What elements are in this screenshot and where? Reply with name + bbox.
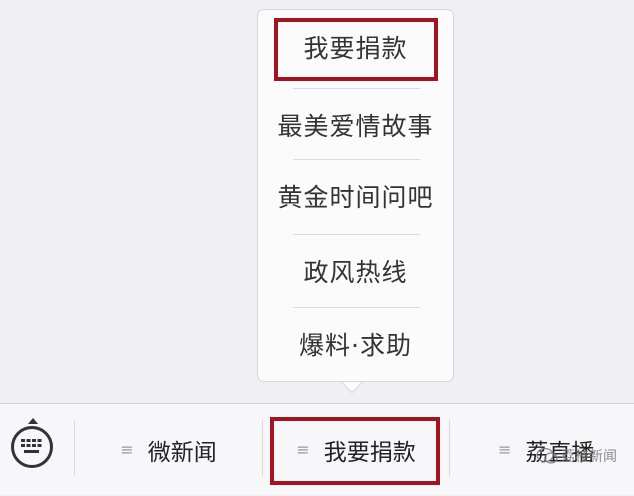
- popup-menu: 我要捐款 最美爱情故事 黄金时间问吧 政风热线 爆料·求助: [257, 9, 454, 382]
- menu-lines-icon: ≡: [296, 440, 310, 459]
- tab-label: 微新闻: [147, 440, 217, 466]
- menu-item-label: 政风热线: [303, 258, 408, 287]
- tab-micro-news[interactable]: ≡ 微新闻: [75, 404, 262, 496]
- watermark: 荔枝新闻: [536, 446, 617, 466]
- menu-item-government-hotline[interactable]: 政风热线: [258, 234, 453, 308]
- menu-item-love-stories[interactable]: 最美爱情故事: [258, 88, 453, 162]
- chevron-up-icon: [28, 418, 38, 424]
- menu-lines-icon: ≡: [120, 440, 134, 459]
- keyboard-toggle-button[interactable]: [0, 404, 74, 496]
- menu-item-label: 爆料·求助: [299, 331, 412, 360]
- watermark-text: 荔枝新闻: [561, 449, 617, 465]
- menu-item-donate[interactable]: 我要捐款: [258, 10, 453, 84]
- keyboard-icon: [11, 426, 53, 468]
- tab-label: 我要捐款: [323, 440, 416, 466]
- tab-donate[interactable]: ≡ 我要捐款: [263, 404, 449, 496]
- menu-lines-icon: ≡: [498, 440, 512, 459]
- menu-item-report-help[interactable]: 爆料·求助: [258, 307, 453, 381]
- menu-item-label: 黄金时间问吧: [277, 183, 434, 212]
- menu-item-label: 我要捐款: [303, 34, 408, 63]
- chat-bubble-icon: [536, 447, 558, 465]
- menu-item-golden-time-ask[interactable]: 黄金时间问吧: [258, 159, 453, 233]
- menu-item-label: 最美爱情故事: [277, 112, 434, 141]
